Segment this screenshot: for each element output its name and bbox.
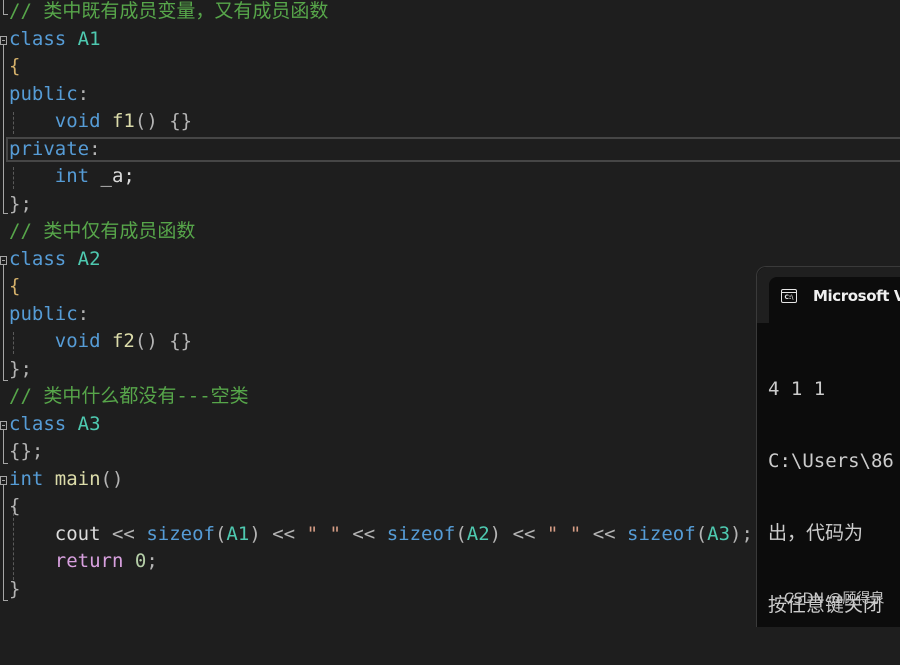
keyword: void [54, 110, 101, 132]
comment: // 类中什么都没有---空类 [9, 385, 249, 407]
class-name: A3 [707, 523, 731, 545]
keyword: return [54, 550, 124, 572]
brace: { [9, 275, 21, 297]
punctuation: () [100, 468, 124, 490]
console-output-line: 4 1 1 [768, 378, 826, 400]
code-line: void f1() {} [0, 108, 900, 135]
punctuation: ; [146, 550, 158, 572]
keyword: sizeof [146, 523, 215, 545]
code-line: public: [0, 81, 900, 108]
operator: << [512, 523, 536, 545]
terminal-icon: C:\ [781, 289, 797, 303]
punctuation: () {} [134, 110, 193, 132]
function-name: f1 [111, 110, 135, 132]
punctuation: : [77, 83, 90, 105]
code-line: class A1 [0, 26, 900, 53]
keyword: class [9, 248, 67, 270]
keyword: sizeof [386, 523, 456, 545]
operator: << [111, 523, 135, 545]
console-titlebar[interactable]: C:\ Microsoft Vis [757, 267, 900, 323]
brace: }; [9, 193, 32, 215]
class-name: A1 [226, 523, 250, 545]
punctuation: : [77, 303, 90, 325]
code-line: // 类中仅有成员函数 [0, 218, 900, 245]
brace: {}; [9, 440, 44, 462]
string-literal: " " [546, 523, 582, 545]
brace: } [9, 578, 21, 600]
console-output-line: C:\Users\86 [768, 450, 894, 472]
console-window[interactable]: C:\ Microsoft Vis 4 1 1 C:\Users\86 出，代码… [756, 266, 900, 627]
keyword: int [9, 468, 44, 490]
member-variable: _a; [89, 165, 135, 187]
class-name: A2 [77, 248, 101, 270]
keyword: int [54, 165, 90, 187]
access-specifier: public [9, 83, 78, 105]
comment: // 类中既有成员变量，又有成员函数 [9, 0, 329, 22]
function-name: main [54, 468, 101, 490]
code-line: // 类中既有成员变量，又有成员函数 [0, 0, 900, 25]
console-tab[interactable]: C:\ Microsoft Vis [769, 277, 900, 323]
operator: << [592, 523, 616, 545]
punctuation: : [89, 138, 101, 160]
keyword: void [54, 330, 101, 352]
code-line: }; [0, 191, 900, 218]
number-literal: 0 [134, 550, 147, 572]
brace: }; [9, 358, 32, 380]
keyword: class [9, 28, 67, 50]
punctuation: ; [741, 523, 753, 545]
punctuation: () {} [134, 330, 193, 352]
watermark: CSDN @顾得泉 [784, 591, 885, 607]
keyword: sizeof [627, 523, 696, 545]
code-line: int _a; [0, 163, 900, 190]
function-name: f2 [111, 330, 135, 352]
class-name: A3 [77, 413, 101, 435]
access-specifier: private [9, 138, 90, 160]
comment: // 类中仅有成员函数 [9, 220, 196, 242]
class-name: A2 [466, 523, 490, 545]
keyword: class [9, 413, 67, 435]
code-line: private: [0, 136, 900, 163]
code-line: { [0, 53, 900, 80]
class-name: A1 [77, 28, 101, 50]
access-specifier: public [9, 303, 78, 325]
brace: { [9, 495, 21, 517]
brace: { [9, 55, 21, 77]
identifier: cout [54, 523, 101, 545]
operator: << [272, 523, 296, 545]
console-output-line: 出，代码为 [768, 522, 864, 544]
string-literal: " " [306, 523, 341, 545]
operator: << [352, 523, 376, 545]
console-title: Microsoft Vis [813, 287, 900, 305]
